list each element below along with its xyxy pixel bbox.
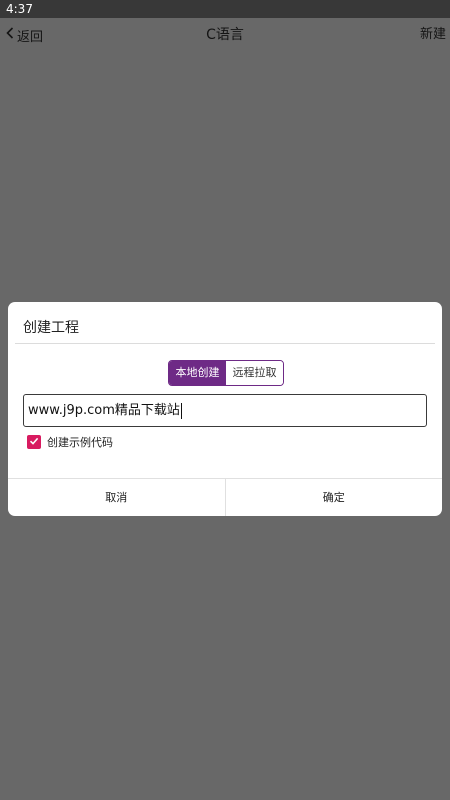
source-segmented-control: 本地创建 远程拉取 [168, 360, 284, 386]
confirm-button[interactable]: 确定 [226, 479, 443, 516]
status-bar: 4:37 [0, 0, 450, 18]
page-title: C语言 [206, 27, 244, 43]
create-sample-checkbox-row[interactable]: 创建示例代码 [27, 433, 113, 451]
app-toolbar: 返回 C语言 新建 [0, 18, 450, 52]
new-button[interactable]: 新建 [420, 18, 446, 52]
dialog-title: 创建工程 [23, 320, 79, 336]
project-name-input[interactable]: www.j9p.com精品下载站 [23, 394, 427, 427]
text-caret [180, 402, 182, 419]
tab-remote-pull[interactable]: 远程拉取 [226, 361, 283, 385]
create-project-dialog: 创建工程 本地创建 远程拉取 www.j9p.com精品下载站 创建示例代码 取… [8, 302, 442, 516]
tab-local-create[interactable]: 本地创建 [169, 361, 226, 385]
create-sample-checkbox[interactable] [27, 435, 41, 449]
dialog-divider [15, 343, 435, 344]
cancel-button[interactable]: 取消 [8, 479, 226, 516]
dialog-button-bar: 取消 确定 [8, 478, 442, 516]
create-sample-label: 创建示例代码 [47, 436, 113, 449]
check-icon [29, 436, 39, 449]
status-time: 4:37 [6, 2, 33, 16]
project-name-value: www.j9p.com精品下载站 [28, 403, 180, 418]
